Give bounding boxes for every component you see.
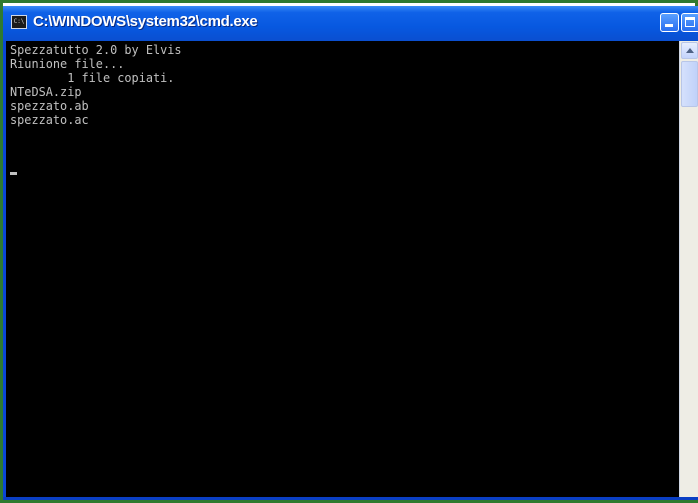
cmd-icon[interactable]: C:\ bbox=[11, 15, 27, 29]
window-bottom-border bbox=[3, 497, 698, 500]
scroll-up-button[interactable] bbox=[681, 42, 698, 59]
vertical-scrollbar[interactable] bbox=[679, 41, 698, 497]
title-bar[interactable]: C:\ C:\WINDOWS\system32\cmd.exe bbox=[3, 6, 698, 41]
console-output[interactable]: Spezzatutto 2.0 by Elvis Riunione file..… bbox=[6, 41, 679, 497]
console-line: spezzato.ac bbox=[10, 112, 89, 127]
text-cursor bbox=[10, 172, 17, 175]
minimize-button[interactable] bbox=[660, 13, 679, 32]
maximize-button[interactable] bbox=[681, 13, 698, 32]
console-line: 1 file copiati. bbox=[10, 70, 175, 85]
scroll-thumb[interactable] bbox=[681, 61, 698, 107]
window-title: C:\WINDOWS\system32\cmd.exe bbox=[33, 13, 258, 30]
console-line: NTeDSA.zip bbox=[10, 84, 82, 99]
console-line: Riunione file... bbox=[10, 56, 125, 71]
cmd-window: C:\ C:\WINDOWS\system32\cmd.exe Spezzatu… bbox=[3, 6, 698, 500]
console-line: Spezzatutto 2.0 by Elvis bbox=[10, 42, 182, 57]
console-line: spezzato.ab bbox=[10, 98, 89, 113]
